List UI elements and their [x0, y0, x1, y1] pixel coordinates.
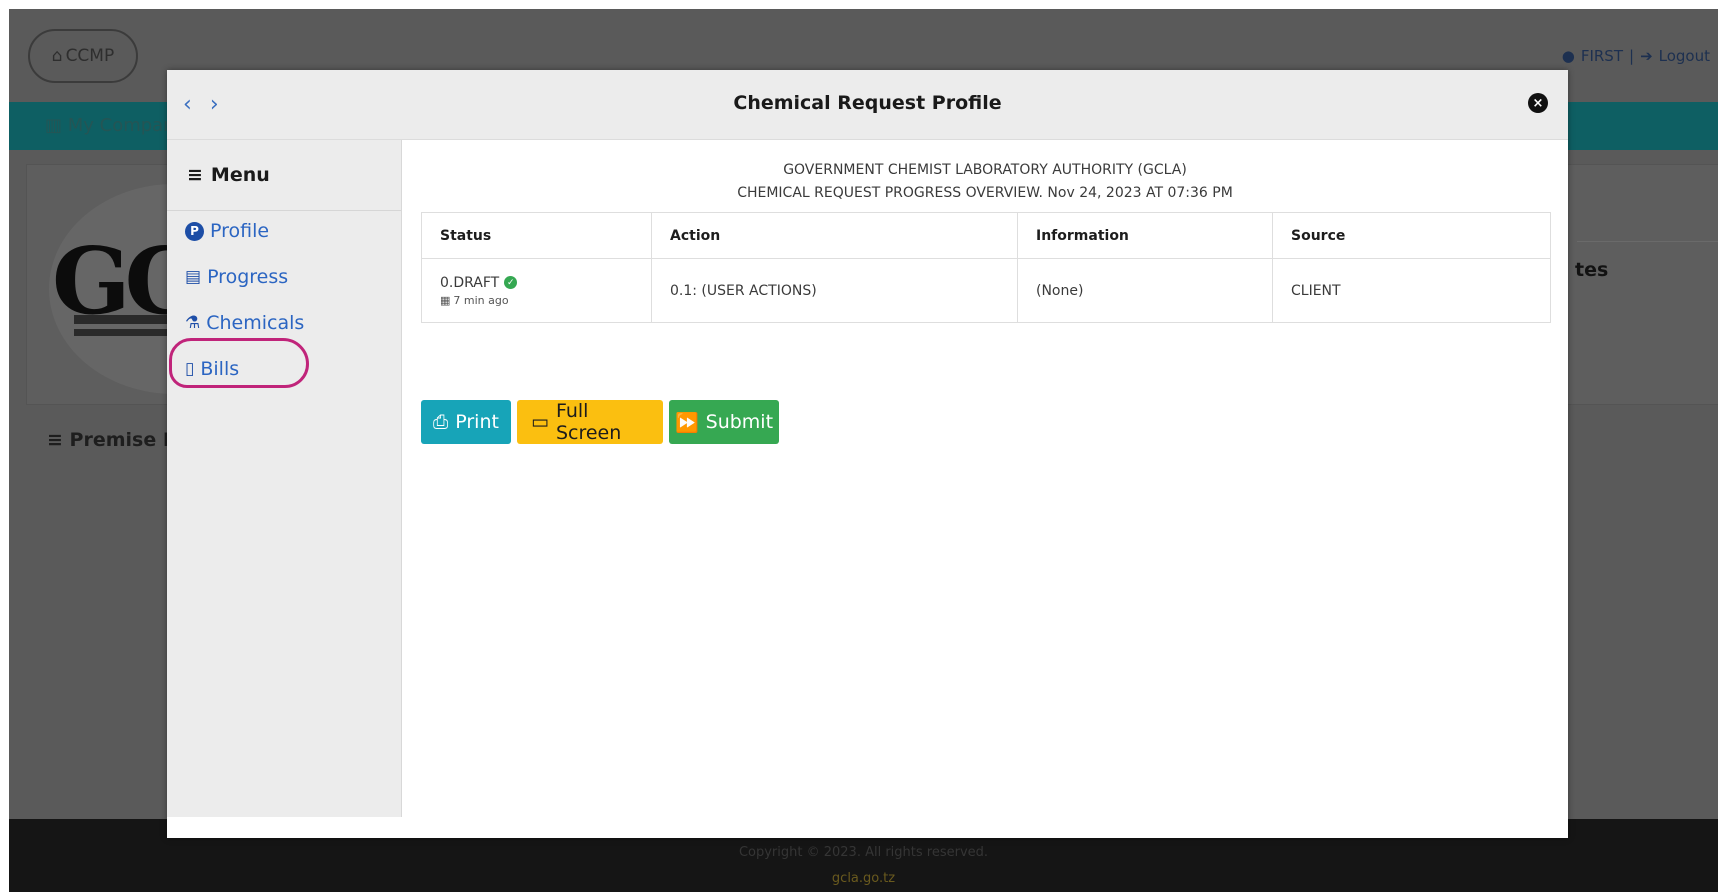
sidebar-item-label: Progress: [207, 266, 289, 288]
column-header: Status: [421, 212, 652, 259]
hamburger-icon: ≡: [187, 164, 203, 186]
status-cell: 0.DRAFT ✓ ▦ 7 min ago: [421, 258, 652, 323]
overview-title: CHEMICAL REQUEST PROGRESS OVERVIEW. Nov …: [737, 185, 1233, 201]
flask-icon: ⚗: [185, 313, 201, 333]
logout-link[interactable]: Logout: [1659, 47, 1710, 65]
progress-icon: ▤: [185, 267, 202, 287]
user-menu[interactable]: ● FIRST | ➔ Logout: [1562, 47, 1710, 65]
column-header: Action: [651, 212, 1018, 259]
divider: |: [1629, 47, 1635, 65]
chemical-request-modal: ‹ › Chemical Request Profile × ≡ Menu P …: [167, 70, 1568, 838]
progress-table: Status Action Information Source 0.DRAFT…: [421, 212, 1551, 323]
fast-forward-icon: ⏩: [674, 411, 699, 434]
source-cell: CLIENT: [1272, 258, 1551, 323]
my-company-link[interactable]: ▥ My Compan: [45, 115, 175, 136]
profile-icon: P: [185, 221, 204, 241]
menu-header: ≡ Menu: [167, 140, 401, 211]
sidebar-item-label: Chemicals: [206, 312, 305, 334]
user-icon: ●: [1561, 47, 1575, 65]
close-icon[interactable]: ×: [1528, 93, 1548, 113]
home-button[interactable]: ⌂ CCMP: [28, 29, 138, 83]
sidebar-item-progress[interactable]: ▤ Progress: [185, 266, 288, 288]
authority-name: GOVERNMENT CHEMIST LABORATORY AUTHORITY …: [783, 162, 1187, 178]
sidebar-item-chemicals[interactable]: ⚗ Chemicals: [185, 312, 304, 334]
modal-sidebar: ≡ Menu P Profile ▤ Progress ⚗ Chemicals …: [167, 140, 402, 817]
user-name[interactable]: FIRST: [1581, 47, 1623, 65]
action-cell: 0.1: (USER ACTIONS): [651, 258, 1018, 323]
column-header: Source: [1272, 212, 1551, 259]
home-label: CCMP: [65, 46, 115, 66]
logout-icon: ➔: [1640, 47, 1653, 65]
desktop-icon: ▭: [531, 411, 549, 433]
information-cell: (None): [1017, 258, 1273, 323]
modal-header: ‹ › Chemical Request Profile ×: [167, 70, 1568, 140]
print-button[interactable]: ⎙ Print: [421, 400, 511, 444]
sidebar-item-label: Bills: [200, 358, 240, 380]
table-header-row: Status Action Information Source: [421, 212, 1551, 259]
logo-strip: [74, 329, 174, 336]
check-circle-icon: ✓: [504, 276, 518, 289]
premise-menu-label: ≡ Premise M: [47, 429, 182, 451]
status-time: 7 min ago: [453, 293, 509, 307]
modal-content: GOVERNMENT CHEMIST LABORATORY AUTHORITY …: [402, 140, 1568, 838]
sidebar-item-label: Profile: [210, 220, 270, 242]
menu-label: Menu: [210, 164, 270, 186]
printer-icon: ⎙: [433, 411, 449, 433]
modal-title: Chemical Request Profile: [733, 92, 1002, 114]
home-icon: ⌂: [51, 46, 63, 66]
logo-strip: [74, 315, 174, 324]
building-icon: ▥: [45, 115, 68, 136]
table-row: 0.DRAFT ✓ ▦ 7 min ago 0.1: (USER ACTIONS…: [421, 258, 1551, 323]
full-screen-button[interactable]: ▭ Full Screen: [517, 400, 663, 444]
status-text: 0.DRAFT: [440, 274, 500, 291]
document-icon: ▯: [185, 359, 195, 379]
sidebar-item-profile[interactable]: P Profile: [185, 220, 269, 242]
right-card-title: tes: [1575, 259, 1609, 281]
footer-copyright: Copyright © 2023. All rights reserved.: [738, 845, 989, 860]
calendar-icon: ▦: [440, 293, 451, 307]
action-buttons: ⎙ Print ▭ Full Screen ⏩ Submit: [421, 400, 779, 444]
sidebar-item-bills[interactable]: ▯ Bills: [185, 358, 239, 380]
column-header: Information: [1017, 212, 1273, 259]
footer-site-link[interactable]: gcla.go.tz: [9, 871, 1718, 886]
submit-button[interactable]: ⏩ Submit: [669, 400, 779, 444]
